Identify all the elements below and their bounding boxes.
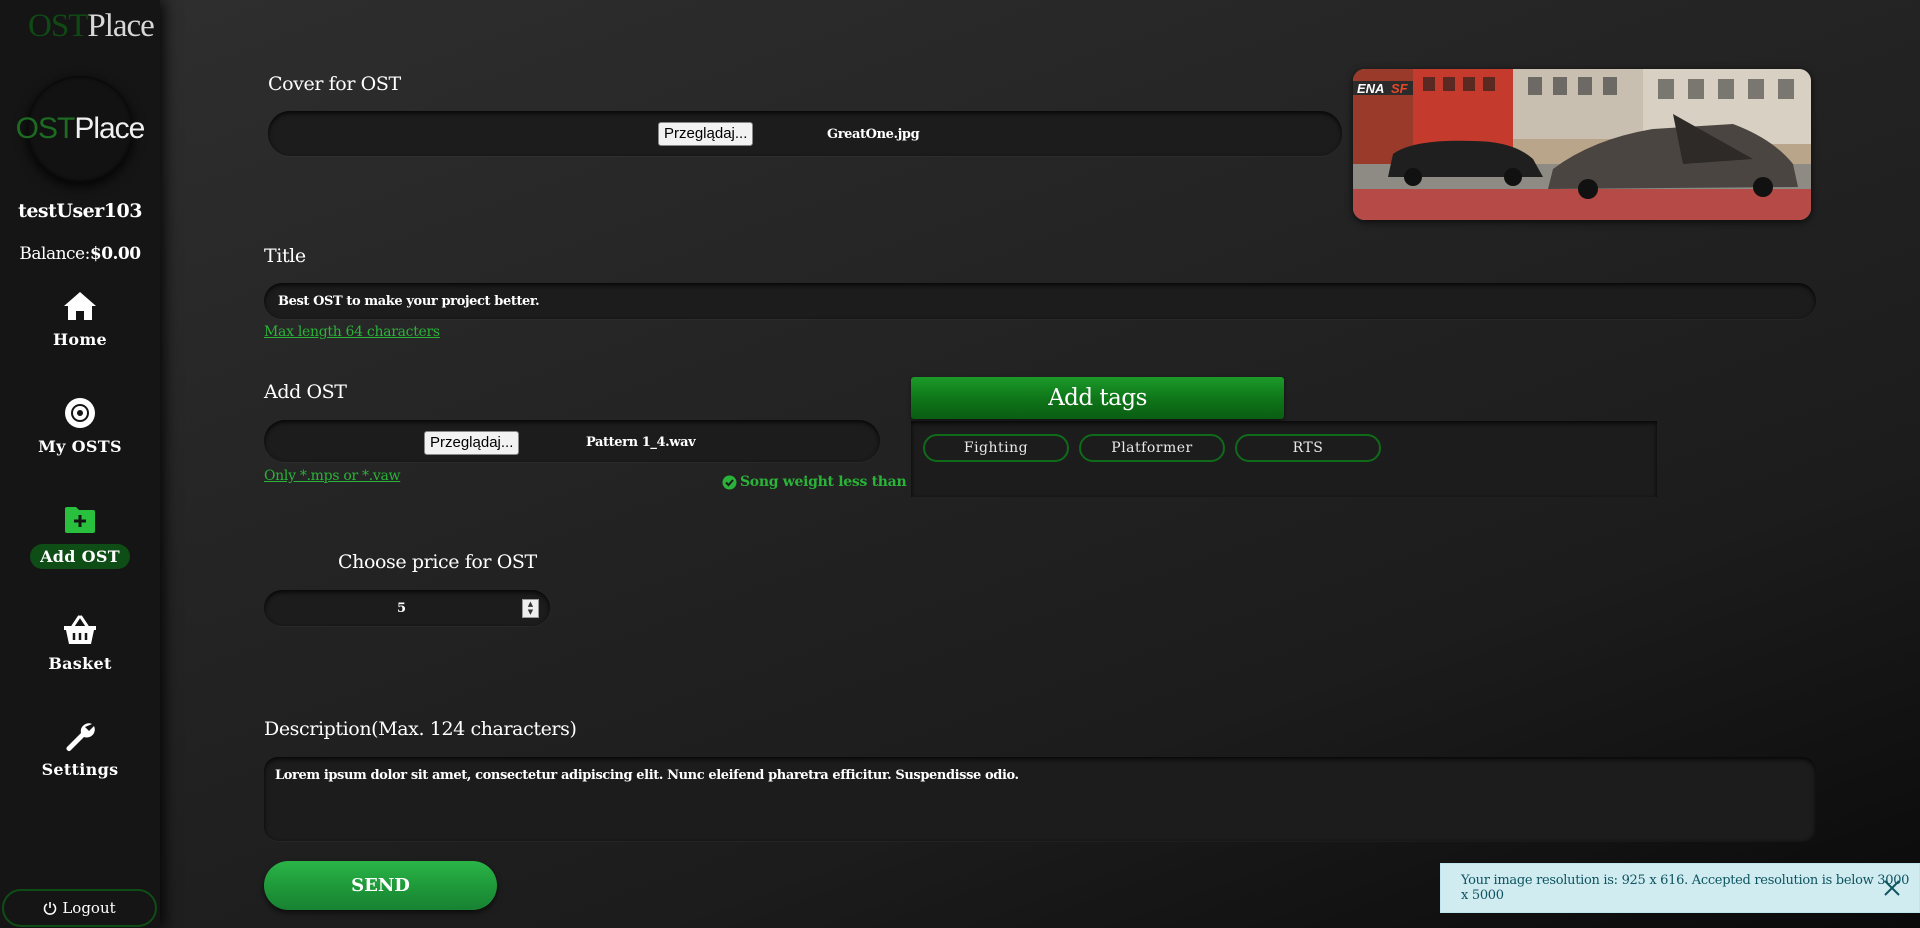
folder-plus-icon — [62, 502, 98, 538]
wrench-icon — [62, 718, 98, 754]
nav-item-basket[interactable]: Basket — [0, 612, 160, 673]
toast-message: Your image resolution is: 925 x 616. Acc… — [1461, 873, 1910, 903]
balance-label: Balance: — [19, 244, 90, 264]
logout-button[interactable]: Logout — [2, 889, 157, 927]
nav-item-add-ost[interactable]: Add OST — [0, 502, 160, 569]
sidebar: OSTPlace OST Place testUser103 Balance:$0… — [0, 0, 160, 928]
disc-icon — [62, 395, 98, 431]
avatar-accent: OST — [15, 112, 76, 145]
nav-item-basket-label: Basket — [48, 654, 112, 673]
ost-browse-button[interactable]: Przeglądaj... — [424, 431, 520, 455]
username: testUser103 — [18, 200, 142, 222]
cover-file-input[interactable]: Przeglądaj... GreatOne.jpg — [268, 111, 1342, 156]
description-textarea[interactable]: Lorem ipsum dolor sit amet, consectetur … — [264, 757, 1816, 841]
ost-format-hint[interactable]: Only *.mps or *.vaw — [264, 468, 401, 484]
nav-item-home[interactable]: Home — [0, 288, 160, 349]
home-icon — [62, 288, 98, 324]
tag-platformer[interactable]: Platformer — [1079, 434, 1225, 462]
price-label: Choose price for OST — [338, 551, 537, 573]
resolution-toast: Your image resolution is: 925 x 616. Acc… — [1440, 863, 1920, 913]
title-input[interactable]: Best OST to make your project better. — [264, 283, 1816, 319]
tag-rts[interactable]: RTS — [1235, 434, 1381, 462]
add-ost-form: Cover for OST Przeglądaj... GreatOne.jpg… — [160, 0, 1920, 928]
balance: Balance:$0.00 — [0, 244, 160, 264]
description-value: Lorem ipsum dolor sit amet, consectetur … — [275, 768, 1019, 783]
brand-accent: OST — [28, 8, 88, 44]
cover-preview-image: ENA SF — [1353, 69, 1811, 220]
nav-item-home-label: Home — [52, 330, 108, 349]
price-input-value: 5 — [397, 601, 407, 616]
title-label: Title — [264, 245, 306, 267]
tag-fighting[interactable]: Fighting — [923, 434, 1069, 462]
power-icon — [44, 902, 57, 915]
cover-label: Cover for OST — [268, 73, 401, 95]
nav-item-add-ost-label: Add OST — [30, 544, 130, 569]
avatar: OST Place — [16, 76, 145, 182]
brand-rest: Place — [87, 8, 154, 44]
svg-text:SF: SF — [1391, 81, 1409, 96]
nav-item-settings[interactable]: Settings — [0, 718, 160, 779]
close-icon[interactable] — [1881, 877, 1903, 899]
tags-container: Fighting Platformer RTS — [911, 421, 1657, 497]
balance-value: $0.00 — [89, 244, 141, 264]
check-circle-icon — [722, 475, 737, 489]
title-input-value: Best OST to make your project better. — [278, 294, 540, 309]
add-tags-button[interactable]: Add tags — [911, 377, 1284, 419]
basket-icon — [62, 612, 98, 648]
nav-item-my-osts[interactable]: My OSTS — [0, 395, 160, 456]
nav-item-my-osts-label: My OSTS — [38, 437, 122, 456]
description-label: Description(Max. 124 characters) — [264, 718, 577, 740]
cover-browse-button[interactable]: Przeglądaj... — [658, 122, 754, 146]
stepper-down-icon[interactable]: ▼ — [523, 608, 538, 616]
nav-item-settings-label: Settings — [41, 760, 119, 779]
price-stepper[interactable]: ▲ ▼ — [522, 599, 539, 618]
price-input[interactable]: 5 — [264, 590, 550, 626]
title-max-length-hint[interactable]: Max length 64 characters — [264, 324, 440, 340]
add-ost-label: Add OST — [264, 381, 347, 403]
logout-label: Logout — [62, 899, 116, 917]
brand-logo[interactable]: OSTPlace — [28, 8, 155, 45]
avatar-rest: Place — [74, 112, 145, 145]
cover-file-name: GreatOne.jpg — [827, 127, 920, 142]
ost-file-input[interactable]: Przeglądaj... Pattern 1_4.wav — [264, 420, 880, 462]
stepper-up-icon[interactable]: ▲ — [523, 600, 538, 608]
svg-text:ENA: ENA — [1357, 81, 1384, 96]
send-button[interactable]: SEND — [264, 861, 497, 910]
ost-file-name: Pattern 1_4.wav — [586, 435, 696, 450]
